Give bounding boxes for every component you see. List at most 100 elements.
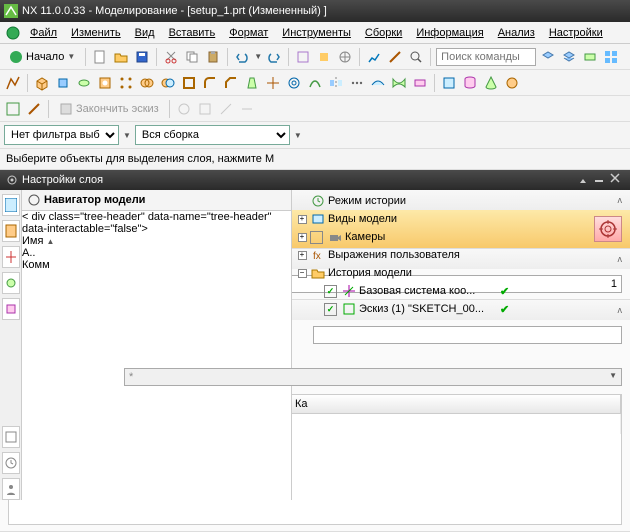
tab-browser[interactable] [2,426,20,448]
col-a[interactable]: А.. [22,247,50,259]
minimize-icon[interactable] [594,173,608,187]
menu-view[interactable]: Вид [129,25,161,41]
tab-constraints[interactable] [2,246,20,268]
shell-icon[interactable] [180,74,198,92]
prim-box-icon[interactable] [440,74,458,92]
tree-datum[interactable]: ✓ Базовая система коо... ✔ [296,282,509,300]
navigator-header: Навигатор модели [22,190,291,211]
layers-icon-3[interactable] [581,48,599,66]
tree-sketch[interactable]: ✓ Эскиз (1) "SKETCH_00... ✔ [296,300,509,318]
tree-cameras[interactable]: + Камеры [296,228,509,246]
draft-icon[interactable] [243,74,261,92]
paste-icon[interactable] [204,48,222,66]
menu-analysis[interactable]: Анализ [492,25,541,41]
windows-icon[interactable] [602,48,620,66]
copy-icon[interactable] [183,48,201,66]
save-icon[interactable] [133,48,151,66]
menu-file[interactable]: Файл [24,25,63,41]
mirror-icon[interactable] [327,74,345,92]
sketch-feat-icon [341,301,357,317]
sketch-icon[interactable] [4,74,22,92]
sketch-create-icon[interactable] [4,100,22,118]
resource-bar [0,190,22,500]
pattern-icon[interactable] [117,74,135,92]
more-feat-icon[interactable] [348,74,366,92]
hole-icon[interactable] [96,74,114,92]
category-filter-combo[interactable]: * ▼ [124,368,622,386]
prim-cone-icon[interactable] [482,74,500,92]
tree-history-mode[interactable]: Режим истории [296,192,509,210]
menu-preferences[interactable]: Настройки [543,25,609,41]
tab-reuse[interactable] [2,272,20,294]
chevron-down-icon: ▼ [609,371,617,380]
unite-icon[interactable] [138,74,156,92]
checkbox-checked[interactable]: ✓ [324,285,337,298]
tree-views[interactable]: + Виды модели [296,210,509,228]
tree-user-expr[interactable]: + fx Выражения пользователя [296,246,509,264]
surface-icon-2[interactable] [390,74,408,92]
offset-icon[interactable] [285,74,303,92]
undo-dropdown-icon[interactable]: ▼ [254,52,262,61]
surface-icon-3[interactable] [411,74,429,92]
nx-logo-icon[interactable] [4,24,22,42]
tab-hd3d[interactable] [2,298,20,320]
command-search-input[interactable] [436,48,536,66]
sweep-icon[interactable] [306,74,324,92]
fillet-icon[interactable] [201,74,219,92]
tree-model-history[interactable]: − История модели [296,264,509,282]
trim-icon[interactable] [264,74,282,92]
extrude-icon[interactable] [54,74,72,92]
surface-icon-1[interactable] [369,74,387,92]
prim-cyl-icon[interactable] [461,74,479,92]
filter-dropdown-icon[interactable]: ▼ [123,131,131,140]
sk-icon-2 [196,100,214,118]
redo-icon[interactable] [265,48,283,66]
undo-icon[interactable] [233,48,251,66]
cut-icon[interactable] [162,48,180,66]
analyze-icon[interactable] [365,48,383,66]
sketch-direct-icon[interactable] [25,100,43,118]
subtract-icon[interactable] [159,74,177,92]
model-tree[interactable]: Режим истории + Виды модели + Камеры + f… [292,190,513,500]
tab-history[interactable] [2,452,20,474]
menu-tools[interactable]: Инструменты [276,25,357,41]
tab-navigator[interactable] [2,194,20,216]
expand-icon[interactable]: + [298,233,307,242]
menu-assemblies[interactable]: Сборки [359,25,408,41]
chamfer-icon[interactable] [222,74,240,92]
selection-filter-select[interactable]: Нет фильтра выб [4,125,119,145]
layers-icon-1[interactable] [539,48,557,66]
box-icon[interactable] [33,74,51,92]
tool-icon-1[interactable] [294,48,312,66]
start-dropdown[interactable]: Начало ▼ [4,47,80,67]
revolve-icon[interactable] [75,74,93,92]
col-name[interactable]: Имя ▲ [22,235,202,247]
prim-sphere-icon[interactable] [503,74,521,92]
tab-part[interactable] [2,220,20,242]
tool-icon-3[interactable] [336,48,354,66]
open-icon[interactable] [112,48,130,66]
pin-icon[interactable] [578,173,592,187]
checkbox-checked[interactable]: ✓ [324,303,337,316]
sort-up-icon: ▲ [47,237,55,246]
checkbox[interactable] [310,231,323,244]
zoom-icon[interactable] [407,48,425,66]
assembly-dropdown-icon[interactable]: ▼ [294,131,302,140]
menu-insert[interactable]: Вставить [163,25,222,41]
tab-roles[interactable] [2,478,20,500]
finish-sketch-icon [59,102,73,116]
assembly-filter-select[interactable]: Вся сборка [135,125,290,145]
views-icon [310,211,326,227]
expand-icon[interactable]: + [298,251,307,260]
menu-info[interactable]: Информация [410,25,489,41]
expand-icon[interactable]: + [298,215,307,224]
menu-edit[interactable]: Изменить [65,25,127,41]
collapse-icon[interactable]: − [298,269,307,278]
layers-icon-2[interactable] [560,48,578,66]
new-icon[interactable] [91,48,109,66]
menu-format[interactable]: Формат [223,25,274,41]
finish-sketch-button[interactable]: Закончить эскиз [54,99,164,119]
tool-icon-2[interactable] [315,48,333,66]
close-icon[interactable] [610,173,624,187]
measure-icon[interactable] [386,48,404,66]
